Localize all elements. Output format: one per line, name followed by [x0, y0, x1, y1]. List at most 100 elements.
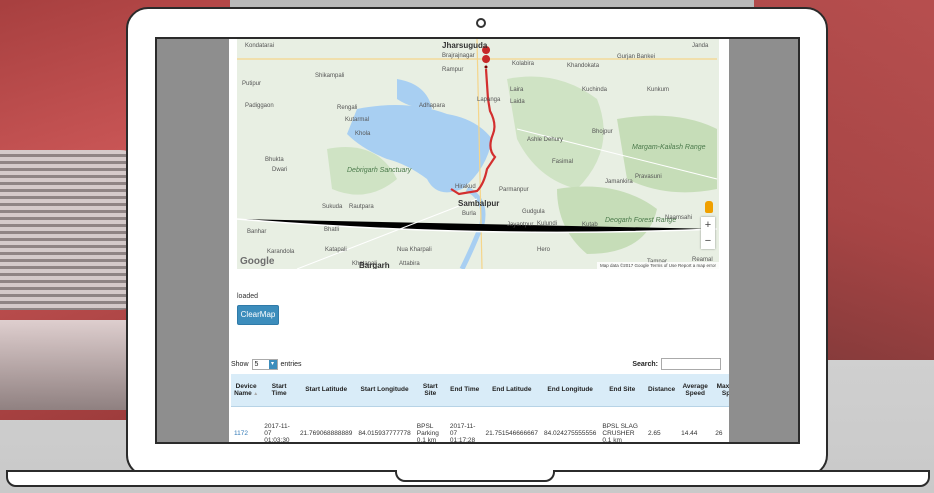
map-label: Naamsahi	[665, 215, 693, 221]
map-label: Kulundi	[537, 221, 558, 227]
map-label: Putipur	[242, 81, 262, 87]
map-attribution[interactable]: Map data ©2017 Google Terms of Use Repor…	[596, 262, 719, 269]
entries-value: 5	[254, 361, 259, 368]
column-header[interactable]: Maximum Speed	[712, 374, 729, 407]
table-cell: 2017-11-07 01:03:30	[264, 422, 290, 444]
map-label: Khola	[355, 131, 371, 137]
map-label: Kolabira	[512, 61, 535, 67]
column-header[interactable]: Distance	[645, 374, 679, 407]
table-cell: 21.751546666667	[485, 429, 538, 437]
map-label: Hero	[537, 247, 551, 253]
map-label: Bargarh	[359, 261, 390, 269]
table-cell: BPSL SLAG CRUSHER 0.1 km	[602, 422, 638, 444]
zoom-in-button[interactable]: +	[701, 217, 715, 233]
map-label: Lapanga	[477, 97, 501, 103]
table-cell: 26	[715, 429, 723, 437]
laptop-notch	[395, 470, 555, 482]
map-label: Margam-Kailash Range	[632, 144, 706, 151]
map-label: Pravasuni	[635, 174, 662, 180]
map-label: Sambalpur	[458, 199, 500, 208]
map-label: Jharsuguda	[442, 41, 488, 50]
map-label: Burla	[462, 211, 477, 217]
map-label: Kondatarai	[245, 43, 275, 49]
column-header[interactable]: Start Site	[413, 374, 447, 407]
entries-select[interactable]: 5 ▾	[251, 359, 278, 370]
table-cell: 84.015937777778	[358, 429, 411, 437]
map-label: Dwari	[272, 167, 288, 173]
trips-table: Device Name ▲ Start Time Start Latitude Sta…	[231, 374, 729, 444]
map-label: Bhukta	[265, 157, 284, 163]
table-header-row: Device Name ▲ Start Time Start Latitude Sta…	[231, 374, 729, 407]
map-label: Shikampali	[315, 73, 345, 79]
map-label: Khandokata	[567, 63, 600, 69]
entries-label: entries	[280, 361, 302, 368]
map-label: Rautpara	[349, 204, 374, 210]
zoom-out-button[interactable]: −	[701, 233, 715, 249]
column-header[interactable]: End Latitude	[482, 374, 541, 407]
map-label: Sukuda	[322, 204, 343, 210]
map-label: Janda	[692, 43, 709, 49]
search-control: Search:	[632, 358, 721, 370]
table-cell: 14.44	[681, 429, 698, 437]
column-header[interactable]: Start Latitude	[296, 374, 356, 407]
map-label: Adhapara	[419, 103, 446, 109]
map-label: Fasimal	[552, 159, 574, 165]
map-canvas	[237, 39, 718, 269]
map-label: Debrigarh Sanctuary	[347, 167, 412, 174]
show-label: Show	[231, 361, 249, 368]
column-header[interactable]: Average Speed	[678, 374, 713, 407]
map-label: Attabira	[399, 261, 420, 267]
map-label: Parmanpur	[499, 187, 529, 193]
table-cell: 2.65	[648, 429, 661, 437]
entries-control: Show 5 ▾ entries	[231, 359, 302, 370]
map-label: Laira	[510, 87, 524, 93]
column-header[interactable]: Start Longitude	[355, 374, 414, 407]
map-label: Kunkum	[647, 87, 670, 93]
camera-icon	[476, 18, 486, 28]
chevron-down-icon: ▾	[268, 360, 277, 369]
table-row: 1172 2017-11-07 01:03:30 21.769068888889 84…	[231, 406, 729, 444]
clear-map-button[interactable]: ClearMap	[237, 305, 279, 325]
map-label: Gudgula	[522, 209, 545, 215]
column-header[interactable]: End Site	[599, 374, 645, 407]
table-cell[interactable]: 1172	[231, 406, 261, 442]
column-header[interactable]: Device Name ▲	[231, 374, 262, 407]
map-label: Kutarmal	[345, 117, 370, 123]
table-body: 1172 2017-11-07 01:03:30 21.769068888889 84…	[231, 406, 729, 444]
search-input[interactable]	[661, 358, 721, 370]
map-label: Rampur	[442, 67, 464, 73]
map-label: Gurjan Bankei	[617, 54, 656, 60]
map-label: Brajrajnagar	[442, 53, 475, 59]
table-cell: 21.769068888889	[299, 429, 353, 437]
column-header[interactable]: End Longitude	[540, 374, 600, 407]
map-label: Nua Kharpali	[397, 247, 432, 253]
table-cell: 84.024275555556	[543, 429, 597, 437]
map-label: Kutab	[582, 222, 598, 228]
map-label: Laida	[510, 99, 525, 105]
laptop-lid: Kondatarai Jharsuguda Brajrajnagar Rampur Ko…	[126, 7, 828, 477]
map-label: Hirakud	[455, 184, 476, 190]
pegman-icon[interactable]	[705, 201, 713, 213]
map-label: Padiggaon	[245, 103, 274, 109]
column-header[interactable]: End Time	[446, 374, 483, 407]
sort-icon: ▲	[251, 390, 259, 397]
google-logo: Google	[240, 256, 275, 267]
laptop-screen: Kondatarai Jharsuguda Brajrajnagar Rampur Ko…	[155, 37, 800, 444]
column-header[interactable]: Start Time	[261, 374, 297, 407]
map-label: Katapali	[325, 247, 347, 253]
zoom-control: + −	[701, 217, 715, 249]
map-label: Bhojpur	[592, 129, 613, 135]
map-label: Kuchinda	[582, 87, 608, 93]
table-cell: 2017-11-07 01:17:28	[449, 422, 476, 444]
map-label: Bhatli	[324, 227, 340, 233]
map-label: Jayantpur	[507, 222, 534, 228]
map-label: Jamankira	[605, 179, 633, 185]
table-cell: BPSL Parking 0.1 km	[416, 422, 439, 444]
map-label: Ashle Dehury	[527, 137, 564, 143]
search-label: Search:	[632, 360, 658, 368]
status-text: loaded	[237, 293, 259, 300]
map-label: Rengali	[337, 105, 358, 111]
route-map[interactable]: Kondatarai Jharsuguda Brajrajnagar Rampur Ko…	[237, 39, 719, 269]
map-label: Karandola	[267, 249, 295, 255]
web-page: Kondatarai Jharsuguda Brajrajnagar Rampur Ko…	[229, 39, 729, 444]
